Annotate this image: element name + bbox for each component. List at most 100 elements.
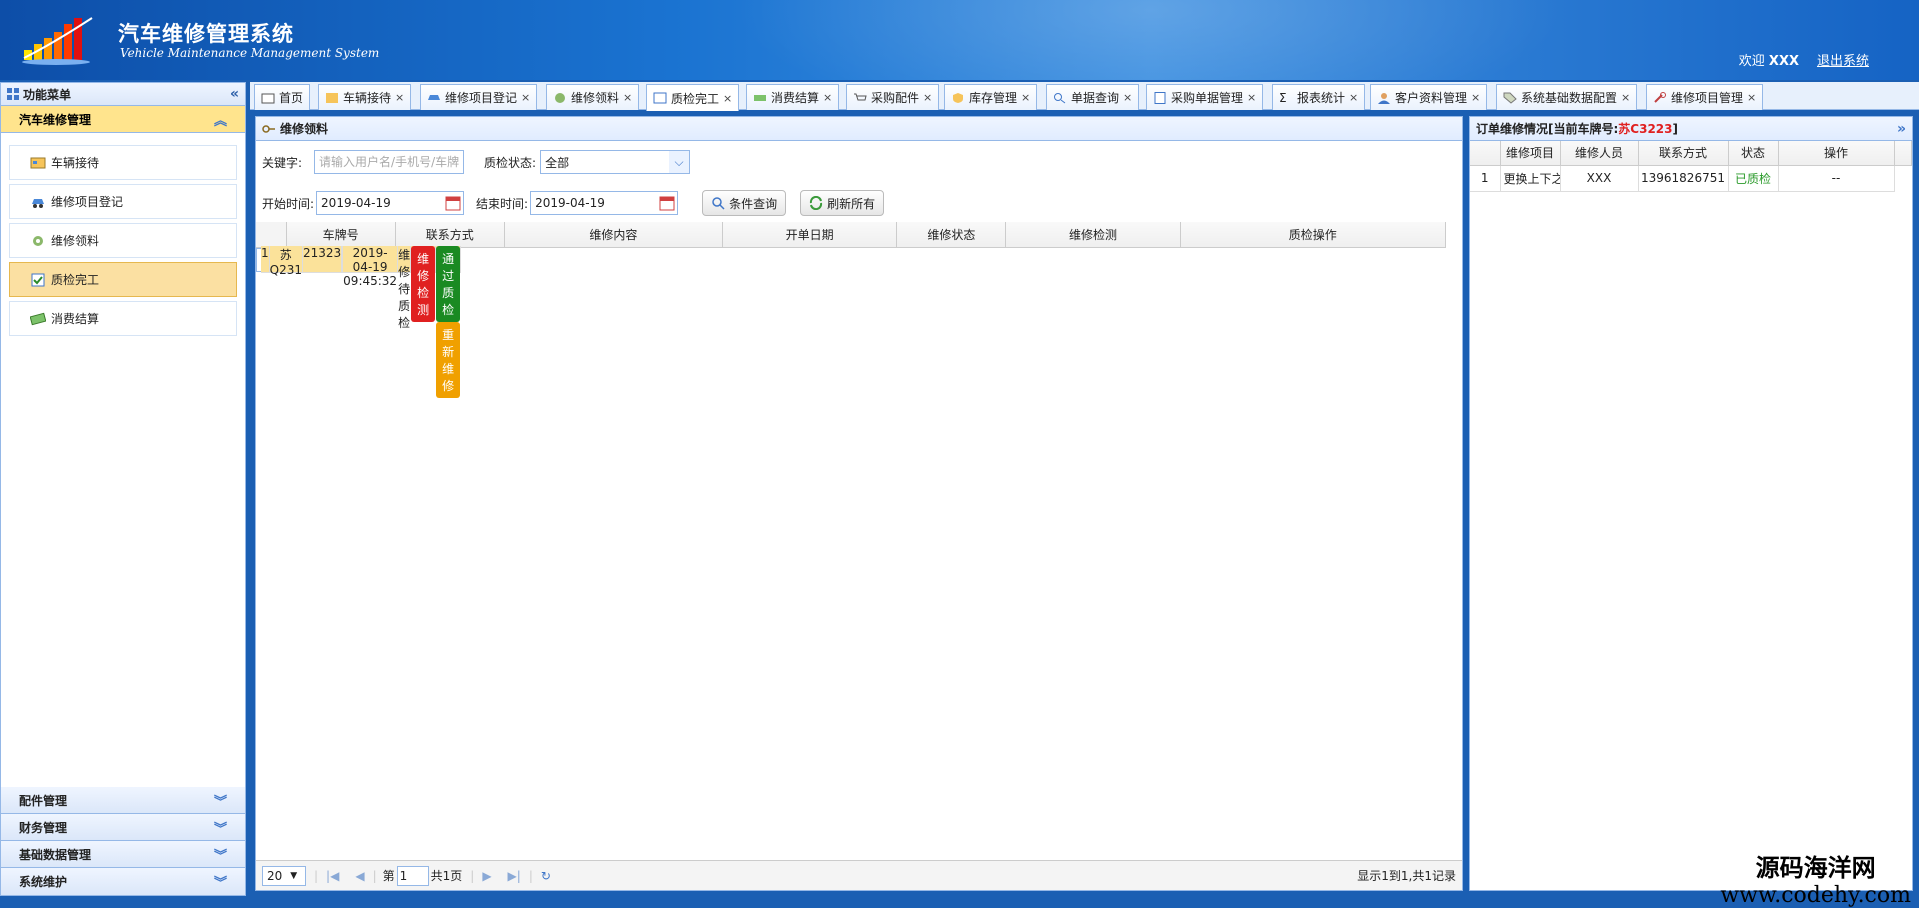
keyword-input[interactable] (314, 150, 465, 174)
column-header[interactable]: 维修人员 (1560, 141, 1639, 166)
caret-down-icon: ▼ (290, 870, 298, 881)
close-icon[interactable]: × (1247, 91, 1256, 104)
menu-item-settlement[interactable]: 消费结算 (9, 301, 237, 336)
qc-status-label: 质检状态: (484, 155, 537, 170)
page-number-input[interactable]: 1 (396, 865, 429, 886)
row-number-header (256, 222, 287, 248)
group-label: 汽车维修管理 (19, 112, 92, 127)
group-label: 基础数据管理 (19, 847, 92, 862)
refresh-all-button[interactable]: 刷新所有 (800, 190, 885, 216)
menu-item-label: 质检完工 (51, 273, 100, 287)
qc-status-select[interactable]: 全部 ⌵ (540, 150, 691, 174)
tab-vehicle-reception[interactable]: 车辆接待 × (318, 84, 412, 110)
first-page-icon[interactable]: |◀ (326, 869, 339, 883)
end-date-input[interactable]: 2019-04-19 (530, 191, 679, 215)
tab-system-config[interactable]: 系统基础数据配置 × (1496, 84, 1638, 110)
calendar-icon[interactable] (445, 195, 461, 211)
calendar-icon[interactable] (659, 195, 675, 211)
column-header[interactable]: 车牌号 (286, 222, 396, 248)
close-icon[interactable]: × (395, 91, 404, 104)
close-icon[interactable]: × (1747, 91, 1756, 104)
column-header[interactable]: 质检操作 (1180, 222, 1447, 248)
group-finance[interactable]: 财务管理 ︾ (1, 814, 245, 841)
close-icon[interactable]: × (923, 91, 932, 104)
menu-item-repair-materials[interactable]: 维修领料 (9, 223, 237, 258)
close-icon[interactable]: × (1349, 91, 1358, 104)
tab-qc-complete[interactable]: 质检完工 × (646, 84, 740, 111)
column-header[interactable]: 操作 (1778, 141, 1895, 166)
close-icon[interactable]: × (1123, 91, 1132, 104)
table-row[interactable]: 1 苏Q231 21323 2019-04-19 09:45:32 维修待质检 … (256, 246, 462, 398)
car-icon (32, 198, 44, 208)
close-icon[interactable]: × (521, 91, 530, 104)
filler-header (1894, 141, 1912, 166)
reload-icon[interactable]: ↻ (541, 869, 551, 883)
pagination-info: 显示1到1,共1记录 (1357, 869, 1456, 883)
prev-page-icon[interactable]: ◀ (355, 869, 364, 883)
group-label: 财务管理 (19, 820, 68, 835)
tab-repair-register[interactable]: 维修项目登记 × (420, 84, 538, 110)
date-cell: 2019-04-19 09:45:32 (343, 246, 399, 288)
chevron-down-icon: ⌵ (669, 151, 690, 173)
start-date-input[interactable]: 2019-04-19 (316, 191, 465, 215)
refresh-button-label: 刷新所有 (827, 196, 876, 211)
tab-settlement[interactable]: 消费结算 × (746, 84, 840, 110)
chevron-down-icon: ︾ (213, 848, 227, 864)
tab-inventory[interactable]: 库存管理 × (944, 84, 1038, 110)
group-vehicle-maintenance[interactable]: 汽车维修管理 ︽ (1, 106, 245, 133)
menu-item-repair-register[interactable]: 维修项目登记 (9, 184, 237, 219)
chevron-up-icon: ︽ (213, 113, 227, 129)
menu-item-vehicle-reception[interactable]: 车辆接待 (9, 145, 237, 180)
sigma-icon: Σ (1279, 90, 1287, 105)
start-date-value: 2019-04-19 (321, 196, 391, 210)
column-header[interactable]: 开单日期 (722, 222, 898, 248)
tab-customers[interactable]: 客户资料管理 × (1370, 84, 1488, 110)
tab-repair-items[interactable]: 维修项目管理 × (1646, 84, 1764, 110)
tab-label: 质检完工 (671, 91, 720, 106)
close-icon[interactable]: × (1471, 91, 1480, 104)
tab-document-query[interactable]: 单据查询 × (1046, 84, 1140, 110)
tab-purchase-docs[interactable]: 采购单据管理 × (1146, 84, 1264, 110)
group-basic-data[interactable]: 基础数据管理 ︾ (1, 841, 245, 868)
column-header[interactable]: 维修项目 (1500, 141, 1561, 166)
repair-check-button[interactable]: 维修检测 (411, 246, 436, 322)
redo-repair-button[interactable]: 重新维修 (436, 322, 461, 398)
tab-label: 系统基础数据配置 (1521, 91, 1618, 105)
last-page-icon[interactable]: ▶| (508, 869, 521, 883)
close-icon[interactable]: × (723, 92, 732, 105)
table-row[interactable]: 1 更换上下之 XXX 13961826751 已质检 -- (1470, 165, 1912, 192)
chevron-down-icon: ︾ (213, 876, 227, 891)
column-header[interactable]: 联系方式 (1638, 141, 1729, 166)
pass-qc-button[interactable]: 通过质检 (436, 246, 461, 322)
close-icon[interactable]: × (623, 91, 632, 104)
column-header[interactable]: 联系方式 (395, 222, 505, 248)
column-header[interactable]: 维修状态 (896, 222, 1007, 248)
inspection-icon (31, 273, 45, 286)
close-icon[interactable]: × (1021, 91, 1030, 104)
order-detail-panel: 订单维修情况[当前车牌号: 苏C3223 ] » 维修项目 维修人员 联系方式 … (1469, 116, 1913, 891)
group-system[interactable]: 系统维护 ︾ (1, 868, 245, 895)
close-icon[interactable]: × (1621, 91, 1630, 104)
separator: | (470, 868, 475, 883)
group-parts[interactable]: 配件管理 ︾ (1, 787, 245, 814)
menu-item-qc-complete[interactable]: 质检完工 (9, 262, 237, 297)
end-time-label: 结束时间: (476, 196, 529, 211)
tab-repair-materials[interactable]: 维修领料 × (546, 84, 640, 110)
logout-link[interactable]: 退出系统 (1817, 50, 1869, 69)
tab-home[interactable]: 首页 (254, 84, 311, 110)
query-button[interactable]: 条件查询 (702, 190, 787, 216)
tab-label: 库存管理 (969, 91, 1018, 105)
order-title-prefix: 订单维修情况[当前车牌号: (1476, 122, 1619, 136)
car-reception-icon (30, 157, 46, 168)
expand-right-icon[interactable]: » (1897, 121, 1906, 137)
tab-purchase-parts[interactable]: 采购配件 × (846, 84, 940, 110)
column-header[interactable]: 维修检测 (1005, 222, 1181, 248)
tab-reports[interactable]: Σ 报表统计 × (1272, 84, 1366, 110)
car-icon (428, 94, 440, 100)
column-header[interactable]: 维修内容 (504, 222, 724, 248)
collapse-left-icon[interactable]: « (230, 86, 239, 102)
close-icon[interactable]: × (823, 91, 832, 104)
column-header[interactable]: 状态 (1728, 141, 1779, 166)
page-size-select[interactable]: 20 ▼ (262, 865, 306, 886)
next-page-icon[interactable]: ▶ (482, 869, 491, 883)
